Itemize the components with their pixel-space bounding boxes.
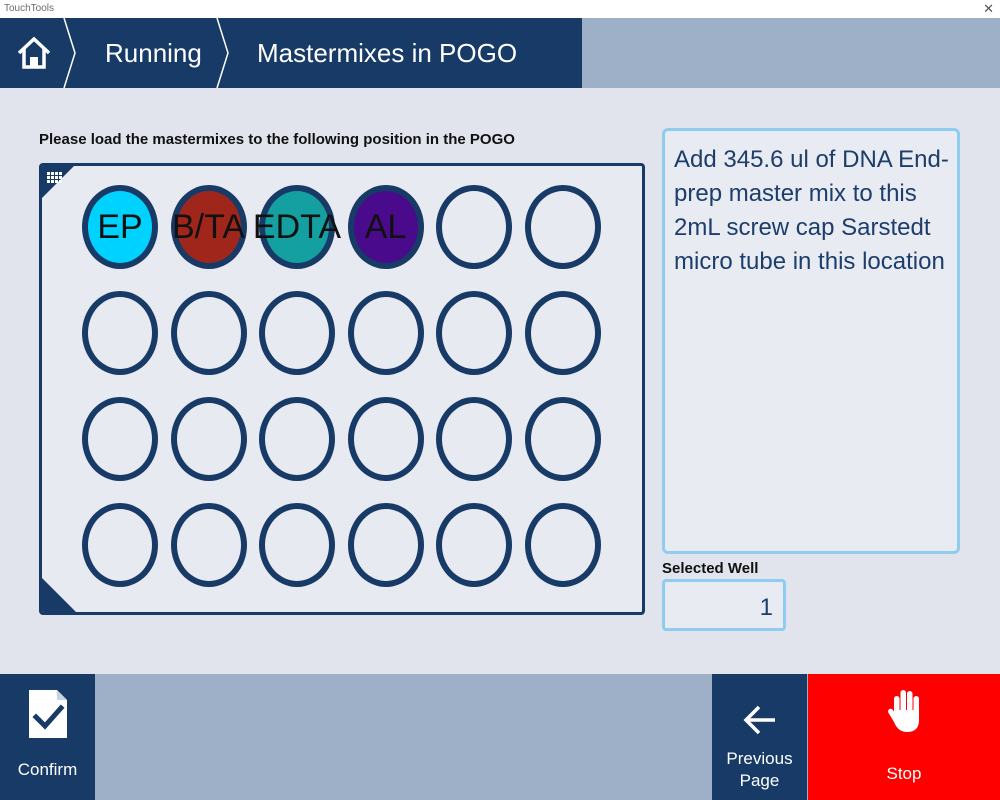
plate-well[interactable]	[524, 185, 601, 269]
plate-well[interactable]	[524, 397, 601, 481]
window-titlebar: TouchTools ✕	[0, 0, 1000, 18]
selected-well-label: Selected Well	[662, 560, 759, 577]
plate-well[interactable]	[347, 503, 424, 587]
arrow-left-icon	[743, 705, 775, 735]
stop-button[interactable]: Stop	[808, 674, 1000, 800]
header-bar: Running Mastermixes in POGO	[0, 18, 1000, 88]
breadcrumb-current-page: Mastermixes in POGO	[257, 38, 518, 68]
confirm-check-icon	[29, 690, 67, 738]
close-icon[interactable]: ✕	[983, 1, 994, 17]
breadcrumb: Running Mastermixes in POGO	[0, 18, 582, 88]
instruction-text: Please load the mastermixes to the follo…	[39, 131, 515, 148]
plate-well[interactable]: AL	[347, 185, 424, 269]
plate-well-label: EDTA	[252, 207, 342, 246]
selected-well-field[interactable]: 1	[662, 579, 786, 631]
plate-well[interactable]	[259, 397, 335, 481]
plate-well[interactable]	[170, 291, 247, 375]
plate-well[interactable]	[259, 291, 335, 375]
breadcrumb-separator	[216, 18, 229, 88]
home-button[interactable]	[0, 18, 68, 88]
previous-page-label-line1: Previous	[726, 749, 793, 768]
plate-well[interactable]	[524, 291, 601, 375]
plate-well[interactable]: EDTA	[253, 185, 341, 269]
previous-page-label: Previous Page	[712, 748, 807, 792]
window-title: TouchTools	[4, 3, 55, 14]
breadcrumb-running[interactable]: Running	[105, 38, 202, 69]
previous-page-label-line2: Page	[739, 771, 780, 790]
home-icon	[17, 36, 51, 69]
plate-well[interactable]	[436, 503, 512, 587]
plate-well[interactable]	[82, 503, 158, 587]
confirm-label: Confirm	[17, 760, 78, 779]
plate-well-label: AL	[364, 207, 407, 246]
plate-well[interactable]: B/TA	[170, 185, 247, 269]
plate-corner-marker	[42, 578, 76, 612]
plate-well[interactable]	[436, 397, 512, 481]
plate-well[interactable]	[170, 503, 247, 587]
plate-well[interactable]	[347, 291, 424, 375]
pogo-plate: EP B/TA EDTA AL	[39, 163, 645, 615]
grid-icon	[47, 172, 62, 183]
plate-well-label: B/TA	[171, 207, 246, 246]
plate-well[interactable]	[259, 503, 335, 587]
plate-well[interactable]	[524, 503, 601, 587]
plate-well-label: EP	[97, 207, 143, 246]
footer-bar: Confirm Previous Page Stop	[0, 674, 1000, 800]
confirm-button[interactable]: Confirm	[0, 674, 95, 800]
plate-well[interactable]: EP	[82, 185, 158, 269]
instruction-detail-text: Add 345.6 ul of DNA End-prep master mix …	[674, 146, 949, 275]
stop-label: Stop	[886, 764, 922, 783]
previous-page-button[interactable]: Previous Page	[712, 674, 807, 800]
plate-well[interactable]	[82, 397, 158, 481]
stop-hand-icon	[888, 690, 919, 732]
plate-well[interactable]	[436, 291, 512, 375]
plate-well[interactable]	[347, 397, 424, 481]
breadcrumb-separator	[63, 18, 76, 88]
instruction-detail-box: Add 345.6 ul of DNA End-prep master mix …	[662, 128, 960, 554]
plate-well[interactable]	[170, 397, 247, 481]
plate-well[interactable]	[436, 185, 512, 269]
plate-well[interactable]	[82, 291, 158, 375]
